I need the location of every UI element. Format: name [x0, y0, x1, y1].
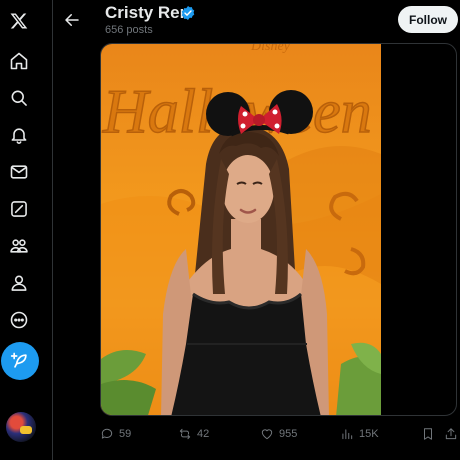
- bookmark-button[interactable]: [421, 426, 440, 442]
- account-avatar[interactable]: [6, 412, 36, 442]
- heart-icon: [261, 429, 273, 440]
- feather-plus-icon: [10, 352, 27, 368]
- back-button[interactable]: [60, 8, 84, 32]
- reply-count: 59: [119, 428, 132, 440]
- post-count: 656 posts: [105, 24, 153, 36]
- communities-icon[interactable]: [8, 235, 30, 257]
- views-chart-icon: [342, 429, 353, 440]
- notifications-icon[interactable]: [8, 124, 30, 146]
- search-icon[interactable]: [8, 87, 30, 109]
- photo-illustration: Disney Halloween: [101, 44, 381, 415]
- messages-icon[interactable]: [8, 161, 30, 183]
- reply-icon: [101, 428, 113, 439]
- repost-count: 42: [197, 428, 210, 440]
- profile-name: Cristy Ren: [105, 3, 191, 22]
- repost-icon: [179, 428, 191, 440]
- views-button[interactable]: 15K: [340, 426, 379, 442]
- post-media[interactable]: Disney Halloween: [100, 43, 457, 416]
- compose-post-button[interactable]: [1, 342, 39, 380]
- like-count: 955: [279, 428, 298, 440]
- grok-icon[interactable]: [8, 198, 30, 220]
- sidebar-nav: [0, 0, 53, 460]
- view-count: 15K: [359, 428, 379, 440]
- verified-badge-icon: [181, 6, 195, 20]
- more-icon[interactable]: [8, 309, 30, 331]
- repost-button[interactable]: 42: [178, 426, 209, 442]
- share-icon: [445, 428, 457, 440]
- like-button[interactable]: 955: [260, 426, 297, 442]
- follow-button[interactable]: Follow: [398, 6, 458, 33]
- arrow-left-icon: [65, 14, 79, 26]
- sign-small-text: Disney: [250, 44, 291, 54]
- profile-icon[interactable]: [8, 272, 30, 294]
- share-button[interactable]: [444, 426, 460, 442]
- home-icon[interactable]: [8, 50, 30, 72]
- x-logo-icon[interactable]: [8, 10, 30, 32]
- reply-button[interactable]: 59: [100, 426, 131, 442]
- bookmark-icon: [424, 428, 432, 440]
- post-photo[interactable]: Disney Halloween: [101, 44, 381, 415]
